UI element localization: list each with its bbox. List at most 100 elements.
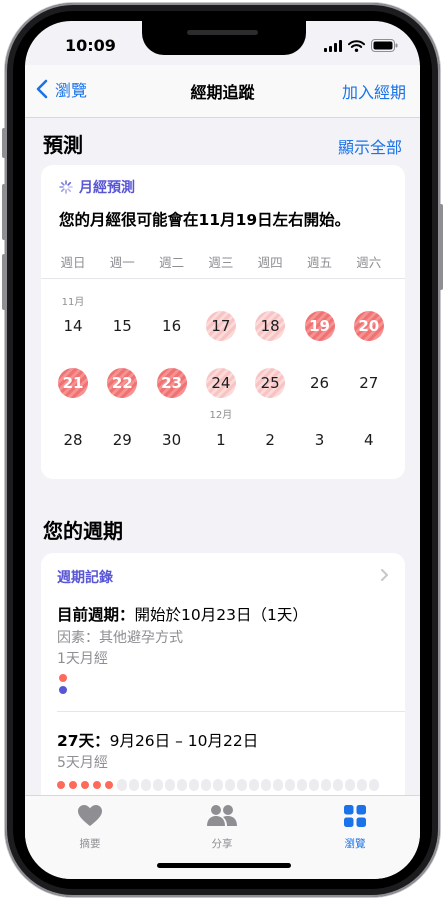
cycle-day-dot [261, 779, 271, 791]
add-period-button[interactable]: 加入經期 [342, 79, 406, 103]
cycle-day-dot [225, 779, 235, 791]
period-day-dot [69, 781, 77, 789]
chevron-right-glyph [381, 569, 388, 581]
cycle-day-dot [321, 779, 331, 791]
show-all-button[interactable]: 顯示全部 [338, 134, 402, 158]
cycle-day-dot [141, 779, 151, 791]
weekday-label: 週五 [306, 255, 332, 270]
predicted-period-day[interactable]: 24 [205, 368, 236, 398]
grid-icon [344, 805, 366, 827]
cycle-day-dot [357, 779, 367, 791]
calendar-day[interactable]: 15 [107, 311, 137, 341]
tab-browse[interactable]: 瀏覽 [305, 804, 405, 851]
calendar-day[interactable]: 14 [58, 311, 88, 341]
battery-icon [371, 39, 398, 52]
cycle-day-dot [165, 779, 175, 791]
home-indicator[interactable] [157, 863, 291, 868]
tab-summary-label: 摘要 [79, 838, 101, 850]
cycle-day-dot [333, 779, 343, 791]
status-icons [324, 39, 398, 52]
predicted-period-day[interactable]: 18 [255, 311, 286, 341]
wifi-icon [348, 39, 365, 52]
tab-sharing-label: 分享 [211, 838, 233, 850]
cycle-day-dot [369, 779, 379, 791]
cycles-card: 週期記錄 目前週期：開始於10月23日（1天） 因素：其他避孕方式 1天月經 2… [41, 553, 405, 813]
current-cycle-row[interactable]: 目前週期：開始於10月23日（1天） [57, 603, 308, 625]
status-time: 10:09 [65, 36, 116, 55]
screen: 10:09 瀏覽 經期追蹤 加入經期 預測 顯示全部 月經預測 您的月經很可能會… [25, 21, 420, 879]
predicted-period-day[interactable]: 21 [58, 368, 88, 398]
calendar-day[interactable]: 28 [58, 425, 88, 455]
calendar-day[interactable]: 3 [305, 425, 335, 455]
cycle-day-strip [57, 779, 379, 791]
cellular-signal-icon [324, 39, 342, 52]
cycle-day-dot [309, 779, 319, 791]
cycle-day-dot [237, 779, 247, 791]
calendar-day[interactable]: 4 [354, 425, 384, 455]
cycle-day-dot [177, 779, 187, 791]
prediction-card: 月經預測 您的月經很可能會在11月19日左右開始。 週日 週一 週二 週三 週四 週五 週六… [41, 165, 405, 479]
calendar-day[interactable]: 30 [157, 425, 187, 455]
previous-cycle-row[interactable]: 27天：9月26日 – 10月22日 [57, 729, 258, 751]
factor-dot [59, 686, 67, 694]
side-button [439, 204, 443, 290]
tab-summary[interactable]: 摘要 [40, 804, 140, 851]
cycle-day-dot [129, 779, 139, 791]
previous-cycle-label: 27天： [57, 732, 110, 750]
predicted-period-day[interactable]: 20 [353, 311, 384, 341]
weekday-label: 週六 [356, 255, 382, 270]
cycle-day-dot [249, 779, 259, 791]
weekday-label: 週四 [257, 255, 283, 270]
calendar-day[interactable]: 2 [255, 425, 285, 455]
weekday-label: 週一 [109, 255, 135, 270]
tab-browse-label: 瀏覽 [344, 838, 366, 850]
period-day-dot [93, 781, 101, 789]
people-icon [207, 805, 237, 826]
cycle-day-dot [297, 779, 307, 791]
notch [142, 21, 306, 55]
weekday-label: 週日 [60, 255, 86, 270]
calendar-day[interactable]: 1 [206, 425, 236, 455]
period-day-dot [81, 781, 89, 789]
predicted-period-day[interactable]: 17 [205, 311, 236, 341]
current-cycle-value: 開始於10月23日（1天） [134, 606, 308, 624]
prediction-section-title: 預測 [43, 133, 83, 157]
calendar-day[interactable]: 16 [157, 311, 187, 341]
chevron-right-icon[interactable] [380, 567, 389, 586]
calendar-day[interactable]: 29 [107, 425, 137, 455]
predicted-period-day[interactable]: 22 [107, 368, 138, 398]
cycle-day-dot [189, 779, 199, 791]
volume-down-button [2, 254, 6, 310]
calendar-day[interactable]: 26 [305, 368, 335, 398]
period-dot [59, 674, 67, 682]
volume-up-button [2, 184, 6, 240]
prediction-message: 您的月經很可能會在11月19日左右開始。 [59, 211, 351, 229]
previous-cycle-value: 9月26日 – 10月22日 [109, 732, 259, 750]
month-label: 11月 [61, 297, 85, 308]
weekday-label: 週二 [159, 255, 185, 270]
cycles-section-title: 您的週期 [43, 519, 123, 543]
cycle-day-dot [117, 779, 127, 791]
current-cycle-label: 目前週期： [57, 606, 135, 624]
current-cycle-period: 1天月經 [57, 651, 108, 667]
current-cycle-factor: 因素：其他避孕方式 [57, 630, 183, 646]
cycle-day-dot [201, 779, 211, 791]
cycle-day-dot [153, 779, 163, 791]
mute-switch [2, 128, 6, 158]
cycle-day-dot [213, 779, 223, 791]
previous-cycle-period: 5天月經 [57, 755, 108, 771]
spinner-icon [59, 180, 73, 194]
weekday-header: 週日 週一 週二 週三 週四 週五 週六 [41, 252, 405, 279]
heart-icon [78, 805, 102, 826]
speaker [187, 30, 258, 35]
predicted-period-day[interactable]: 23 [156, 368, 187, 398]
cycle-day-dot [345, 779, 355, 791]
cycle-day-dot [285, 779, 295, 791]
cycle-history-link[interactable]: 週期記錄 [57, 567, 113, 587]
tab-sharing[interactable]: 分享 [172, 804, 272, 851]
period-day-dot [105, 781, 113, 789]
predicted-period-day[interactable]: 19 [304, 311, 335, 341]
predicted-period-day[interactable]: 25 [255, 368, 286, 398]
month-label: 12月 [209, 410, 233, 421]
calendar-day[interactable]: 27 [354, 368, 384, 398]
